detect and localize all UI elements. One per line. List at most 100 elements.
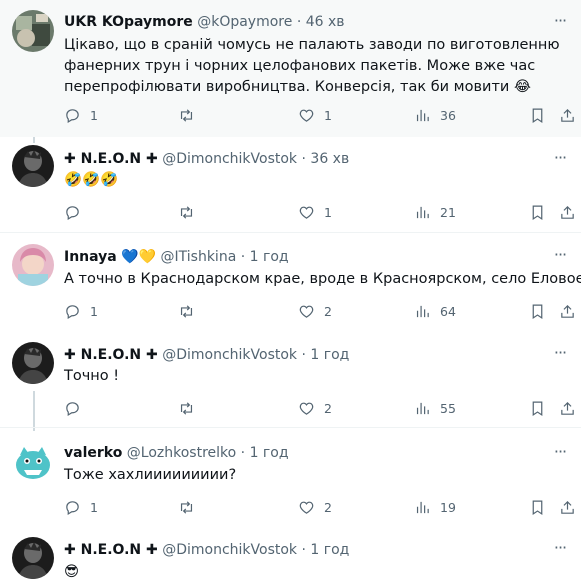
timestamp[interactable]: 1 год	[310, 542, 349, 558]
bookmark-button[interactable]	[529, 301, 546, 321]
share-button[interactable]	[559, 497, 576, 517]
bookmark-icon	[532, 108, 543, 123]
bookmark-button[interactable]	[529, 398, 546, 418]
retweet-button[interactable]	[178, 497, 204, 517]
display-name[interactable]: Innaya	[64, 249, 117, 265]
tweet[interactable]: ✚ N.E.O.N ✚ @DimonchikVostok · 1 год ···…	[0, 525, 581, 587]
timestamp[interactable]: 1 год	[250, 249, 289, 265]
retweet-button[interactable]	[178, 105, 204, 125]
tweet-text-line: фанерних трун і чорних целофанових пакет…	[64, 58, 536, 74]
views-button[interactable]: 64	[414, 301, 456, 321]
like-button[interactable]: 2	[298, 398, 332, 418]
more-icon[interactable]: ···	[551, 443, 569, 461]
tweet-actions: 1 1 36	[64, 105, 574, 125]
share-button[interactable]	[559, 301, 576, 321]
tweet-text: Тоже хахлиииииииии?	[64, 467, 237, 483]
tweet-actions: 2 55	[64, 398, 574, 418]
retweet-button[interactable]	[178, 398, 204, 418]
separator-dot: ·	[301, 347, 306, 363]
user-handle[interactable]: @DimonchikVostok	[162, 151, 297, 167]
user-handle[interactable]: @kOpaymore	[197, 14, 292, 30]
separator-dot: ·	[296, 14, 302, 30]
timestamp[interactable]: 46 хв	[306, 14, 345, 30]
bookmark-button[interactable]	[529, 497, 546, 517]
share-icon	[561, 304, 574, 318]
more-icon[interactable]: ···	[551, 246, 569, 264]
more-icon[interactable]: ···	[551, 12, 569, 30]
tweet-header: UKR KOpaymore @kOpaymore · 46 хв	[64, 13, 345, 31]
avatar[interactable]	[12, 537, 54, 579]
timestamp[interactable]: 36 хв	[310, 151, 349, 167]
views-button[interactable]: 19	[414, 497, 456, 517]
tweet-text: Цікаво, що в сраній чомусь не палають за…	[64, 35, 560, 98]
like-icon	[299, 206, 314, 219]
retweet-button[interactable]	[178, 301, 204, 321]
separator-dot: ·	[240, 249, 246, 265]
reply-icon	[66, 500, 79, 515]
bookmark-icon	[532, 500, 543, 515]
like-icon	[299, 109, 314, 122]
share-icon	[561, 500, 574, 514]
bookmark-icon	[532, 205, 543, 220]
views-icon	[416, 206, 429, 218]
tweet[interactable]: valerko @Lozhkostrelko · 1 год ··· Тоже …	[0, 429, 581, 525]
tweet[interactable]: UKR KOpaymore @kOpaymore · 46 хв ··· Цік…	[0, 0, 581, 137]
timestamp[interactable]: 1 год	[250, 445, 289, 461]
retweet-icon	[180, 401, 193, 415]
tweet[interactable]: ✚ N.E.O.N ✚ @DimonchikVostok · 36 хв ···…	[0, 137, 581, 233]
reply-icon	[66, 401, 79, 416]
tweet-text: Точно !	[64, 368, 120, 384]
display-name[interactable]: ✚ N.E.O.N ✚	[64, 347, 158, 363]
reply-button[interactable]: 1	[64, 301, 98, 321]
like-icon	[299, 305, 314, 318]
display-name[interactable]: ✚ N.E.O.N ✚	[64, 542, 158, 558]
reply-count: 1	[90, 303, 98, 319]
like-count: 2	[324, 303, 332, 319]
views-button[interactable]: 21	[414, 202, 456, 222]
tweet-text: А точно в Краснодарском крае, вроде в Кр…	[64, 271, 581, 287]
tweet[interactable]: Innaya 💙💛 @ITishkina · 1 год ··· А точно…	[0, 234, 581, 330]
share-button[interactable]	[559, 202, 576, 222]
more-icon[interactable]: ···	[551, 539, 569, 557]
views-button[interactable]: 36	[414, 105, 456, 125]
share-button[interactable]	[559, 398, 576, 418]
like-icon	[299, 402, 314, 415]
like-button[interactable]: 1	[298, 202, 332, 222]
views-count: 19	[440, 499, 456, 515]
bookmark-button[interactable]	[529, 105, 546, 125]
more-icon[interactable]: ···	[551, 149, 569, 167]
user-handle[interactable]: @Lozhkostrelko	[127, 445, 236, 461]
like-button[interactable]: 1	[298, 105, 332, 125]
share-icon	[561, 401, 574, 415]
like-button[interactable]: 2	[298, 301, 332, 321]
tweet-text-line: Цікаво, що в сраній чомусь не палають за…	[64, 37, 560, 53]
avatar[interactable]	[12, 145, 54, 187]
avatar[interactable]	[12, 10, 54, 52]
tweet-header: valerko @Lozhkostrelko · 1 год	[64, 444, 289, 462]
like-count: 1	[324, 204, 332, 220]
tweet-actions: 1 2 64	[64, 301, 574, 321]
avatar[interactable]	[12, 342, 54, 384]
more-icon[interactable]: ···	[551, 344, 569, 362]
display-name[interactable]: UKR KOpaymore	[64, 14, 193, 30]
display-name[interactable]: ✚ N.E.O.N ✚	[64, 151, 158, 167]
reply-button[interactable]	[64, 202, 90, 222]
views-button[interactable]: 55	[414, 398, 456, 418]
timestamp[interactable]: 1 год	[310, 347, 349, 363]
reply-button[interactable]: 1	[64, 497, 98, 517]
retweet-button[interactable]	[178, 202, 204, 222]
user-handle[interactable]: @DimonchikVostok	[162, 347, 297, 363]
share-button[interactable]	[559, 105, 576, 125]
reply-button[interactable]: 1	[64, 105, 98, 125]
display-name[interactable]: valerko	[64, 445, 122, 461]
like-button[interactable]: 2	[298, 497, 332, 517]
avatar[interactable]	[12, 441, 54, 483]
user-handle[interactable]: @ITishkina	[161, 249, 237, 265]
reply-icon	[66, 108, 79, 123]
tweet[interactable]: ✚ N.E.O.N ✚ @DimonchikVostok · 1 год ···…	[0, 330, 581, 428]
avatar[interactable]	[12, 244, 54, 286]
user-handle[interactable]: @DimonchikVostok	[162, 542, 297, 558]
reply-button[interactable]	[64, 398, 90, 418]
reply-icon	[66, 205, 79, 220]
bookmark-button[interactable]	[529, 202, 546, 222]
